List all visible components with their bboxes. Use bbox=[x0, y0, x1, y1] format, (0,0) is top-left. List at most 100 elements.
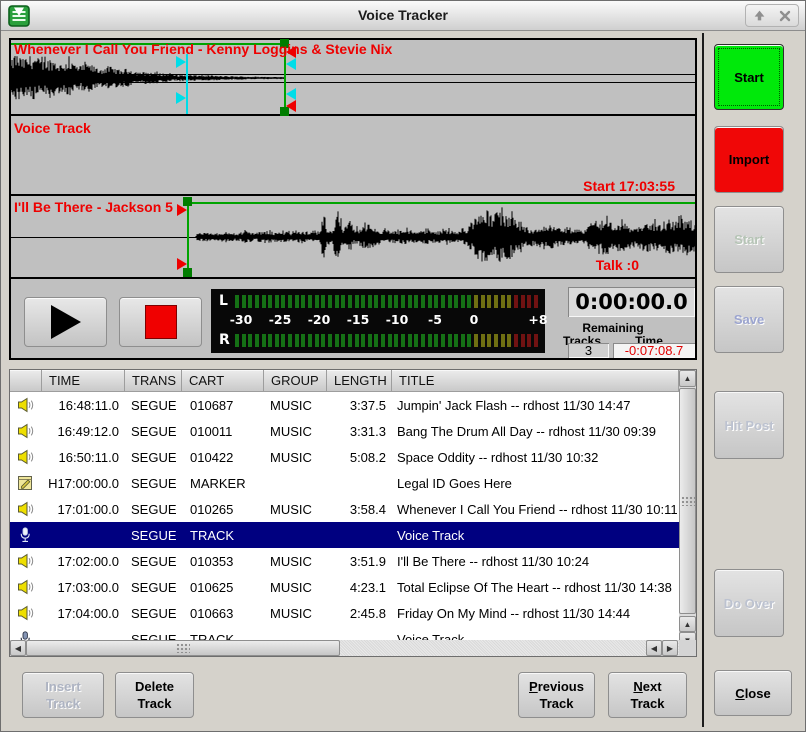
elapsed-time-display: 0:00:00.0 bbox=[568, 287, 695, 317]
log-row[interactable]: SEGUETRACKVoice Track bbox=[10, 626, 679, 640]
cell-length: 3:51.9 bbox=[327, 554, 392, 569]
scroll-left-button[interactable]: ◀ bbox=[10, 640, 26, 656]
save-button[interactable]: Save bbox=[714, 286, 784, 353]
remaining-label: Remaining bbox=[553, 321, 673, 335]
next-track-button[interactable]: NextTrack bbox=[608, 672, 687, 718]
insert-track-button[interactable]: InsertTrack bbox=[22, 672, 104, 718]
log-row[interactable]: 16:49:12.0SEGUE010011MUSIC3:31.3Bang The… bbox=[10, 418, 679, 444]
log-header-time[interactable]: TIME bbox=[42, 370, 125, 392]
cell-length: 2:45.8 bbox=[327, 606, 392, 621]
titlebar[interactable]: Voice Tracker bbox=[1, 1, 805, 31]
vertical-scrollbar[interactable]: ▲ ▲ ▼ bbox=[679, 370, 696, 650]
log-table: TIMETRANSCARTGROUPLENGTHTITLE 16:48:11.0… bbox=[9, 369, 697, 657]
cell-cart: 010687 bbox=[182, 398, 264, 413]
stop-button[interactable] bbox=[119, 297, 202, 347]
cell-group: MUSIC bbox=[264, 502, 327, 517]
segue-end-marker-bottom[interactable] bbox=[286, 88, 296, 100]
scrollbar-corner bbox=[679, 640, 696, 656]
cell-cart: TRACK bbox=[182, 632, 264, 641]
log-row[interactable]: H17:00:00.0SEGUEMARKERLegal ID Goes Here bbox=[10, 470, 679, 496]
shade-window-button[interactable] bbox=[746, 5, 772, 26]
pane-divider bbox=[11, 277, 695, 279]
waveform1-centerline bbox=[11, 82, 695, 83]
cell-time: 17:01:00.0 bbox=[42, 502, 125, 517]
start-record-button[interactable]: Start bbox=[714, 44, 784, 110]
cell-time: 16:50:11.0 bbox=[42, 450, 125, 465]
log-header-title[interactable]: TITLE bbox=[392, 370, 679, 392]
cell-cart: 010625 bbox=[182, 580, 264, 595]
event-type-icon-cell bbox=[10, 631, 42, 640]
event-type-icon-cell bbox=[10, 423, 42, 439]
delete-track-button[interactable]: DeleteTrack bbox=[115, 672, 194, 718]
cell-time: 17:03:00.0 bbox=[42, 580, 125, 595]
event-type-icon-cell bbox=[10, 501, 42, 517]
event-type-icon-cell bbox=[10, 397, 42, 413]
log-row[interactable]: SEGUETRACKVoice Track bbox=[10, 522, 679, 548]
thumb-grip bbox=[176, 643, 190, 653]
close-icon bbox=[779, 10, 791, 22]
scroll-up-button[interactable]: ▲ bbox=[679, 370, 696, 387]
speaker-icon bbox=[17, 579, 34, 595]
log-table-rows: 16:48:11.0SEGUE010687MUSIC3:37.5Jumpin' … bbox=[10, 392, 679, 640]
vertical-scroll-thumb[interactable] bbox=[679, 388, 696, 614]
log-header-cart[interactable]: CART bbox=[182, 370, 264, 392]
log-row[interactable]: 17:03:00.0SEGUE010625MUSIC4:23.1Total Ec… bbox=[10, 574, 679, 600]
cell-title: I'll Be There -- rdhost 11/30 10:24 bbox=[392, 554, 679, 569]
scroll-up-button-2[interactable]: ▲ bbox=[679, 616, 696, 632]
track3-start-marker-bottom[interactable] bbox=[177, 258, 187, 270]
cell-trans: SEGUE bbox=[125, 632, 182, 641]
segue-end-marker-top[interactable] bbox=[286, 58, 296, 70]
track1-title: Whenever I Call You Friend - Kenny Loggi… bbox=[14, 41, 392, 57]
segue-start-marker-top[interactable] bbox=[176, 56, 186, 68]
cell-length: 3:37.5 bbox=[327, 398, 392, 413]
close-button[interactable]: Close bbox=[714, 670, 792, 716]
segue-start-marker-bottom[interactable] bbox=[176, 92, 186, 104]
meter-right-label: R bbox=[219, 332, 230, 348]
pane-divider bbox=[11, 114, 695, 116]
track3-start-marker-top[interactable] bbox=[177, 204, 187, 216]
log-row[interactable]: 16:48:11.0SEGUE010687MUSIC3:37.5Jumpin' … bbox=[10, 392, 679, 418]
track1-end-marker-bottom[interactable] bbox=[286, 100, 296, 112]
log-row[interactable]: 17:01:00.0SEGUE010265MUSIC3:58.4Whenever… bbox=[10, 496, 679, 522]
log-header-icon[interactable] bbox=[10, 370, 42, 392]
cell-time: 16:49:12.0 bbox=[42, 424, 125, 439]
event-type-icon-cell bbox=[10, 553, 42, 569]
cell-group: MUSIC bbox=[264, 398, 327, 413]
meter-left-segments bbox=[235, 295, 541, 308]
speaker-icon bbox=[17, 553, 34, 569]
cell-length: 4:23.1 bbox=[327, 580, 392, 595]
log-header-group[interactable]: GROUP bbox=[264, 370, 327, 392]
cell-cart: 010663 bbox=[182, 606, 264, 621]
scroll-left-button-2[interactable]: ◀ bbox=[646, 640, 662, 656]
cell-group: MUSIC bbox=[264, 580, 327, 595]
start-play-button[interactable]: Start bbox=[714, 206, 784, 273]
horizontal-scrollbar[interactable]: ◀ ◀ ▶ bbox=[10, 640, 679, 656]
do-over-button[interactable]: Do Over bbox=[714, 569, 784, 637]
hit-post-button[interactable]: Hit Post bbox=[714, 391, 784, 459]
horizontal-scroll-thumb[interactable] bbox=[26, 640, 340, 656]
track1-segue-start-line[interactable] bbox=[186, 54, 188, 114]
scroll-right-button[interactable]: ▶ bbox=[662, 640, 678, 656]
log-table-header: TIMETRANSCARTGROUPLENGTHTITLE bbox=[10, 370, 679, 392]
log-row[interactable]: 16:50:11.0SEGUE010422MUSIC5:08.2Space Od… bbox=[10, 444, 679, 470]
close-window-button[interactable] bbox=[772, 5, 798, 26]
cell-time: 17:02:00.0 bbox=[42, 554, 125, 569]
track3-start-line[interactable] bbox=[187, 202, 189, 276]
cell-length: 5:08.2 bbox=[327, 450, 392, 465]
cell-group: MUSIC bbox=[264, 606, 327, 621]
cell-title: Legal ID Goes Here bbox=[392, 476, 679, 491]
cell-cart: MARKER bbox=[182, 476, 264, 491]
cell-trans: SEGUE bbox=[125, 424, 182, 439]
remaining-time-value: -0:07:08.7 bbox=[613, 343, 695, 358]
cell-group: MUSIC bbox=[264, 424, 327, 439]
import-button[interactable]: Import bbox=[714, 126, 784, 193]
log-header-trans[interactable]: TRANS bbox=[125, 370, 182, 392]
play-button[interactable] bbox=[24, 297, 107, 347]
log-header-length[interactable]: LENGTH bbox=[327, 370, 392, 392]
log-row[interactable]: 17:02:00.0SEGUE010353MUSIC3:51.9I'll Be … bbox=[10, 548, 679, 574]
right-panel-separator bbox=[702, 33, 704, 727]
log-row[interactable]: 17:04:00.0SEGUE010663MUSIC2:45.8Friday O… bbox=[10, 600, 679, 626]
speaker-icon bbox=[17, 501, 34, 517]
event-type-icon-cell bbox=[10, 579, 42, 595]
previous-track-button[interactable]: PreviousTrack bbox=[518, 672, 595, 718]
